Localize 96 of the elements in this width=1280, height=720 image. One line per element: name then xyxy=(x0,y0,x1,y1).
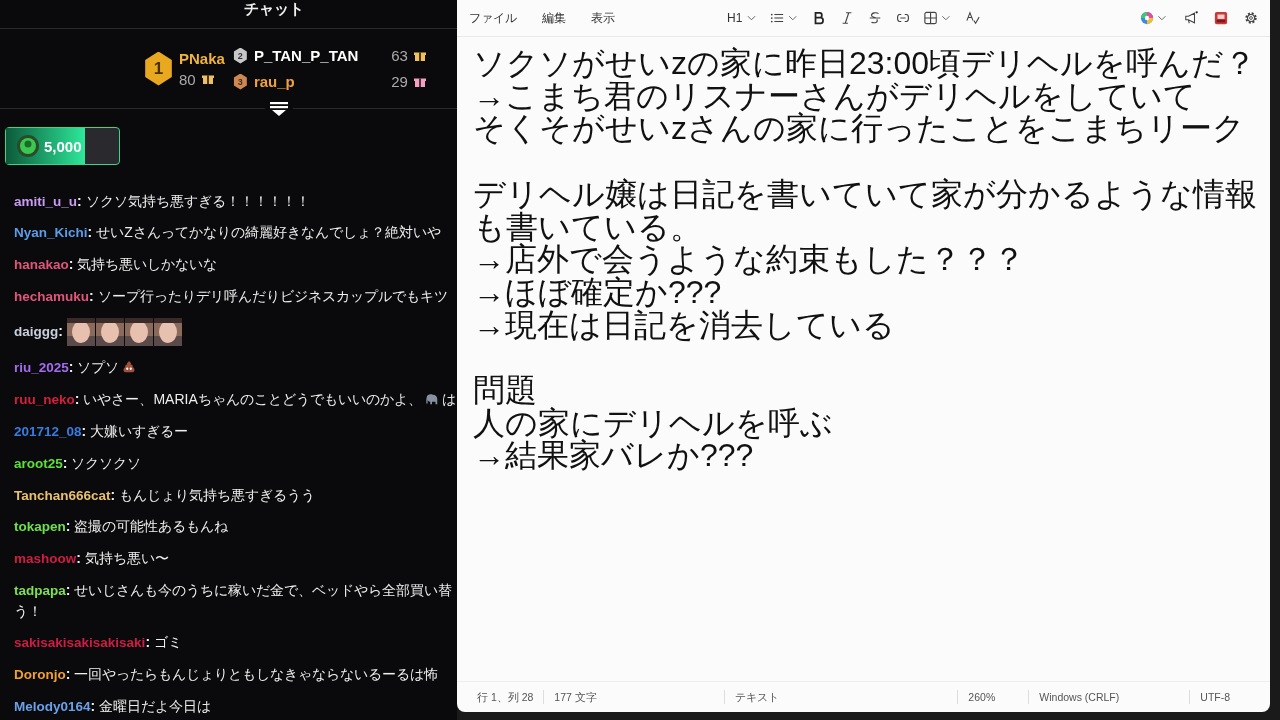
document-line: 問題 xyxy=(473,374,538,407)
colon: : xyxy=(68,256,74,273)
username[interactable]: sakisakisakisakisaki xyxy=(14,635,146,651)
status-item: 行 1、列 28 xyxy=(467,690,545,704)
leader-name: rau_p xyxy=(253,72,296,91)
chat-message: 気持ち悪いしかないな xyxy=(77,256,218,273)
status-item: 177 文字 xyxy=(544,690,726,704)
chat-message: せいZさんってかなりの綺麗好きなんでしょ？絶対いや xyxy=(96,224,441,241)
status-item: UTF-8 xyxy=(1199,690,1232,704)
username[interactable]: Melody0164 xyxy=(14,698,91,714)
gift-count: 29 xyxy=(390,73,408,90)
colon: : xyxy=(81,422,87,439)
leader-name: PNaka xyxy=(179,49,225,68)
colon: : xyxy=(74,390,80,407)
chat-message: ゴミ xyxy=(154,634,183,651)
username[interactable]: hanakao xyxy=(14,257,69,273)
document-line: デリヘル嬢は日記を書いていて家が分かるような情報も書いている。 xyxy=(473,177,1258,244)
rank-badge: 3 xyxy=(232,73,248,90)
username[interactable]: hechamuku xyxy=(14,289,90,305)
username[interactable]: Nyan_Kichi xyxy=(14,225,88,241)
gift-count: 80 xyxy=(179,70,196,88)
gift-icon xyxy=(201,73,214,85)
username[interactable]: daiggg xyxy=(14,323,59,339)
username[interactable]: Tanchan666cat xyxy=(14,487,111,503)
document-line: →こまち君のリスナーさんがデリヘルをしていて xyxy=(473,79,1196,113)
username[interactable]: aroot25 xyxy=(14,455,63,471)
avatar-icon xyxy=(16,134,40,158)
colon: : xyxy=(58,322,63,339)
chat-message: 盗撮の可能性あるもんね xyxy=(74,518,229,535)
strikethrough-icon[interactable] xyxy=(868,11,883,25)
bold-icon[interactable] xyxy=(812,11,827,25)
caret-icon xyxy=(747,15,757,21)
chat-message: は xyxy=(441,390,456,407)
username[interactable]: Doronjo xyxy=(14,666,66,682)
link-icon[interactable] xyxy=(896,11,911,25)
document-line: →ほぼ確定か??? xyxy=(473,275,722,309)
colon: : xyxy=(65,582,71,599)
elephant-icon xyxy=(424,391,439,406)
copilot-icon[interactable] xyxy=(1140,11,1168,25)
document-line: 人の家にデリヘルを呼ぶ xyxy=(473,406,834,440)
colon: : xyxy=(145,634,151,651)
colon: : xyxy=(76,550,81,567)
chat-message: もんじょり気持ち悪すぎるうう xyxy=(119,486,316,503)
chat-message: 金曜日だよ今日は xyxy=(99,697,212,714)
colon: : xyxy=(87,224,93,241)
chat-message: 気持ち悪い〜 xyxy=(84,550,169,567)
list-dropdown-icon[interactable] xyxy=(770,11,799,25)
colon: : xyxy=(110,486,116,503)
username[interactable]: mashoow xyxy=(14,551,77,567)
chat-message: う！ xyxy=(14,603,42,620)
chat-message: ソプソ xyxy=(77,358,120,375)
username[interactable]: ruu_neko xyxy=(14,391,75,407)
document-line: →店外で会うような約束もした？？？ xyxy=(473,243,1026,276)
rank-badge: 2 xyxy=(232,47,248,64)
colon: : xyxy=(68,358,74,375)
username[interactable]: 201712_08 xyxy=(14,423,82,439)
chat-message: 大嫌いすぎるー xyxy=(90,422,189,439)
heading-dropdown[interactable]: H1 xyxy=(727,11,757,25)
chat-message: ソクソクソ xyxy=(71,454,142,471)
menu-item[interactable]: 表示 xyxy=(591,9,615,27)
text-editor[interactable]: ソクソがせいzの家に昨日23:00頃デリヘルを呼んだ？ →こまち君のリスナーさんがデリヘルをしていて そくそがせいzさんの家に行ったことをこまちリーク デリヘル嬢は日記を書いていて家が分かるような情報も書いている。 →店外で会うような約束もした？？？ →ほぼ確定か??? →現在は日記を消去している 問題 人の家にデリヘルを呼ぶ →結果家バレか??? xyxy=(457,37,1270,681)
leader-name: P_TAN_P_TAN xyxy=(253,46,360,65)
chat-message: いやさー、MARIAちゃんのことどうでもいいのかよ、 xyxy=(83,390,422,407)
rank-badge: 1 xyxy=(143,51,174,86)
megaphone-icon[interactable] xyxy=(1184,11,1198,25)
username[interactable]: tadpapa xyxy=(14,583,66,599)
document-line: →現在は日記を消去している xyxy=(473,308,896,342)
menu-item[interactable]: ファイル xyxy=(469,9,517,27)
status-item: テキスト xyxy=(725,690,959,704)
chat-message: ソクソ気持ち悪すぎる！！！！！！ xyxy=(85,192,310,209)
document-line: そくそがせいzさんの家に行ったことをこまちリーク xyxy=(473,112,1246,146)
settings-icon[interactable] xyxy=(1244,11,1258,25)
chat-title: チャット xyxy=(243,0,304,17)
gift-count: 63 xyxy=(390,47,408,64)
menu-item[interactable]: 編集 xyxy=(542,9,566,27)
table-dropdown-icon[interactable] xyxy=(924,11,953,25)
chat-message: ソープ行ったりデリ呼んだりビジネスカップルでもキツ xyxy=(97,288,448,305)
colon: : xyxy=(89,288,94,305)
poop-icon xyxy=(122,359,137,374)
username[interactable]: riu_2025 xyxy=(14,359,69,375)
document-line: ソクソがせいzの家に昨日23:00頃デリヘルを呼んだ？ xyxy=(473,47,1258,80)
goal-amount: 5,000 xyxy=(44,137,82,155)
username[interactable]: tokapen xyxy=(14,519,66,535)
colon: : xyxy=(90,697,96,714)
status-item: 260% xyxy=(958,690,1030,704)
username[interactable]: amiti_u_u xyxy=(14,193,78,209)
colon: : xyxy=(62,454,68,471)
colon: : xyxy=(65,518,71,535)
status-item: Windows (CRLF) xyxy=(1029,690,1191,704)
chat-message: せいじさんも今のうちに稼いだ金で、ベッドやら全部買い替 xyxy=(74,582,453,599)
spellcheck-icon[interactable] xyxy=(966,11,981,25)
document-line: →結果家バレか??? xyxy=(473,439,754,473)
colon: : xyxy=(65,665,71,682)
chat-message: 一回やったらもんじょりともしなきゃならないるーるは怖 xyxy=(74,665,439,682)
profile-icon[interactable] xyxy=(1214,11,1228,25)
colon: : xyxy=(77,192,82,209)
